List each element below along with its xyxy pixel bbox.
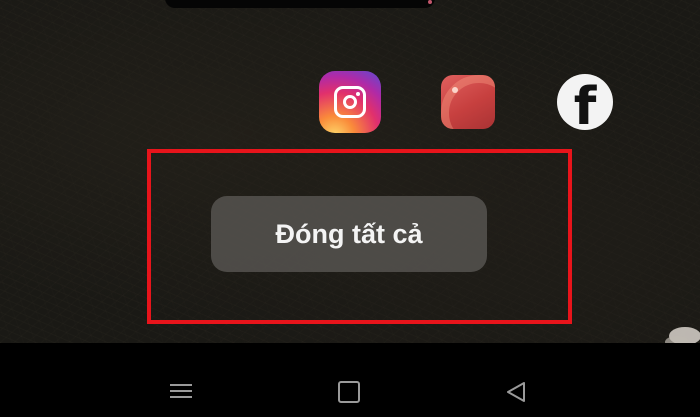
indicator-dot	[428, 0, 432, 4]
navigation-bar	[0, 343, 700, 417]
camera-glyph	[334, 86, 366, 118]
back-icon[interactable]	[504, 380, 528, 404]
close-all-button[interactable]: Đóng tất cả	[211, 196, 487, 272]
recent-card-edge	[165, 0, 435, 8]
gallery-icon[interactable]	[441, 75, 495, 129]
wallpaper-flower	[665, 327, 700, 343]
close-all-label: Đóng tất cả	[275, 218, 423, 249]
home-icon[interactable]	[338, 381, 360, 403]
menu-icon[interactable]	[170, 380, 192, 402]
instagram-icon[interactable]	[319, 71, 381, 133]
facebook-icon[interactable]: f	[557, 74, 613, 130]
facebook-f-glyph: f	[573, 77, 597, 130]
recent-apps-screen: f Đóng tất cả	[0, 0, 700, 343]
